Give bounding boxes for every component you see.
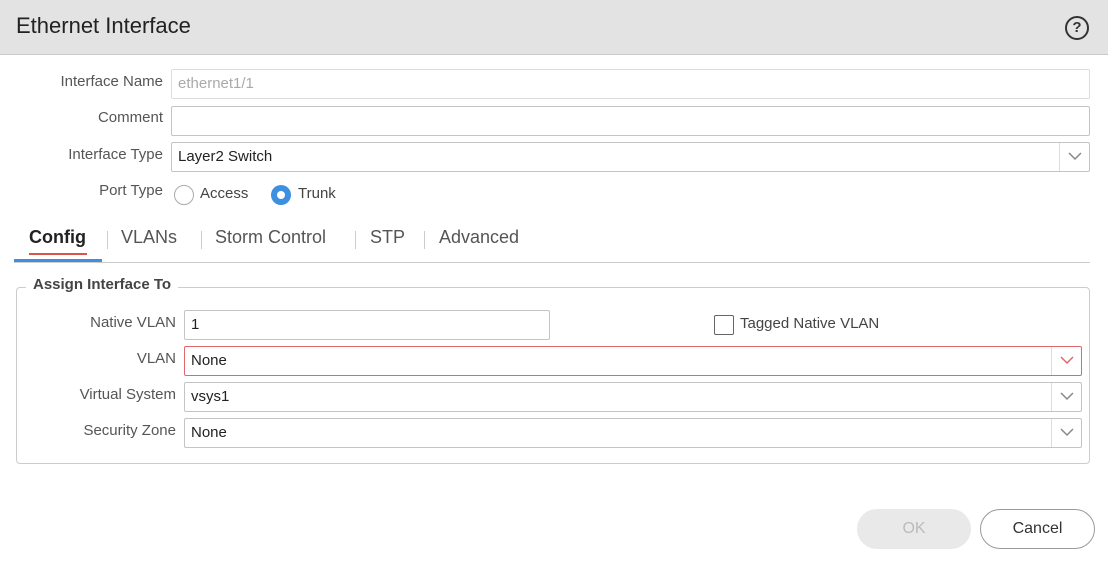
tab-divider xyxy=(424,231,425,249)
tab-divider xyxy=(107,231,108,249)
chevron-down-icon[interactable] xyxy=(1059,143,1089,171)
native-vlan-label: Native VLAN xyxy=(90,314,176,331)
access-radio[interactable] xyxy=(174,185,194,205)
vlan-label: VLAN xyxy=(136,350,176,367)
interface-type-select[interactable]: Layer2 Switch xyxy=(171,142,1090,172)
comment-label: Comment xyxy=(97,109,163,126)
active-tab-label-underline xyxy=(29,253,87,255)
trunk-radio-label: Trunk xyxy=(298,185,336,202)
assign-interface-legend: Assign Interface To xyxy=(26,276,179,293)
cancel-button[interactable]: Cancel xyxy=(980,509,1095,549)
vlan-value: None xyxy=(191,352,227,369)
interface-name-field: ethernet1/1 xyxy=(171,69,1090,99)
security-zone-select[interactable]: None xyxy=(184,418,1082,448)
tagged-native-vlan-label: Tagged Native VLAN xyxy=(740,315,880,332)
dialog-title: Ethernet Interface xyxy=(16,13,191,38)
security-zone-value: None xyxy=(191,424,227,441)
port-type-label: Port Type xyxy=(99,182,163,199)
dialog-titlebar: Ethernet Interface ? xyxy=(0,0,1108,55)
virtual-system-label: Virtual System xyxy=(79,386,176,403)
tab-config[interactable]: Config xyxy=(29,227,86,248)
question-circle-icon[interactable]: ? xyxy=(1065,16,1089,40)
comment-input[interactable] xyxy=(171,106,1090,136)
tagged-native-vlan-checkbox[interactable] xyxy=(714,315,734,335)
interface-type-value: Layer2 Switch xyxy=(178,148,273,165)
active-tab-indicator xyxy=(14,259,102,262)
tab-divider xyxy=(201,231,202,249)
chevron-down-icon[interactable] xyxy=(1051,383,1081,411)
trunk-radio[interactable] xyxy=(271,185,291,205)
chevron-down-icon[interactable] xyxy=(1051,347,1081,375)
interface-name-label: Interface Name xyxy=(60,73,163,90)
virtual-system-select[interactable]: vsys1 xyxy=(184,382,1082,412)
tab-vlans[interactable]: VLANs xyxy=(121,227,177,248)
interface-type-label: Interface Type xyxy=(68,146,163,163)
access-radio-label: Access xyxy=(200,185,249,202)
tabs-baseline xyxy=(14,262,1090,263)
tab-storm-control[interactable]: Storm Control xyxy=(215,227,326,248)
virtual-system-value: vsys1 xyxy=(191,388,230,405)
chevron-down-icon[interactable] xyxy=(1051,419,1081,447)
tab-advanced[interactable]: Advanced xyxy=(439,227,519,248)
ok-button[interactable]: OK xyxy=(857,509,971,549)
tab-divider xyxy=(355,231,356,249)
security-zone-label: Security Zone xyxy=(83,422,176,439)
native-vlan-input[interactable]: 1 xyxy=(184,310,550,340)
vlan-select[interactable]: None xyxy=(184,346,1082,376)
tab-stp[interactable]: STP xyxy=(370,227,405,248)
